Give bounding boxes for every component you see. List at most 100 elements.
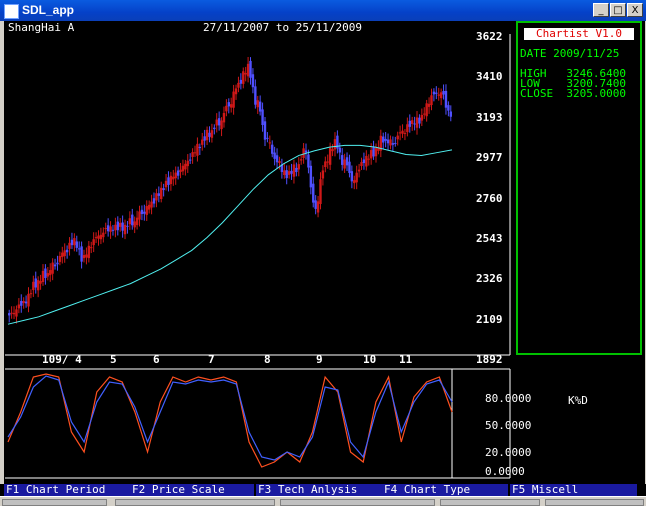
month-tick-label: 10: [363, 353, 377, 366]
candle-body: [188, 159, 192, 161]
candle-body: [145, 206, 148, 215]
candle-body: [449, 111, 452, 117]
candle-body: [77, 248, 81, 250]
candle-body: [164, 180, 168, 188]
candle-body: [196, 143, 199, 156]
candle-body: [68, 242, 71, 249]
candle-body: [32, 281, 35, 291]
candle-body: [208, 132, 211, 137]
candle-body: [10, 312, 13, 314]
candle-body: [51, 262, 54, 274]
candle-body: [53, 264, 57, 267]
candle-body: [365, 155, 368, 167]
candle-body: [314, 200, 317, 209]
candle-body: [121, 222, 124, 231]
candle-body: [27, 293, 30, 307]
candle-body: [203, 136, 206, 141]
candle-body: [328, 147, 332, 165]
candle-body: [249, 60, 252, 78]
candle-body: [8, 313, 11, 316]
candle-body: [341, 155, 344, 165]
candle-body: [128, 218, 132, 225]
candle-body: [102, 232, 105, 238]
f4-chart-type[interactable]: F4 Chart Type: [382, 484, 470, 496]
candle-body: [302, 148, 305, 158]
candle-body: [391, 143, 395, 145]
candle-body: [201, 139, 204, 145]
candle-body: [15, 309, 18, 317]
candle-body: [73, 238, 76, 246]
candle-body: [205, 129, 209, 141]
month-tick-label: 5: [110, 353, 117, 366]
candle-body: [430, 95, 433, 106]
candle-body: [355, 172, 358, 183]
candle-body: [46, 273, 50, 277]
candle-body: [131, 214, 134, 226]
candle-body: [271, 144, 274, 154]
candle-body: [133, 221, 136, 228]
function-key-bar: F1 Chart Period F2 Price Scale F3 Tech A…: [0, 484, 646, 496]
month-tick-label: 8: [264, 353, 271, 366]
candle-body: [408, 120, 411, 127]
candle-body: [283, 170, 286, 175]
candle-body: [191, 152, 194, 157]
candle-body: [217, 118, 221, 126]
candle-body: [275, 155, 279, 163]
candle-body: [119, 222, 122, 227]
candle-body: [155, 193, 158, 201]
candle-body: [80, 246, 83, 262]
month-tick-label: 109/ 4: [42, 353, 82, 366]
candle-body: [418, 117, 421, 124]
candle-body: [162, 188, 165, 191]
oscillator-level-label: 0.0000: [485, 465, 525, 478]
candles-group: [8, 56, 452, 324]
candle-body: [357, 169, 361, 172]
candle-body: [333, 139, 337, 150]
candle-body: [58, 255, 62, 262]
candle-body: [140, 209, 144, 215]
candle-body: [29, 293, 33, 295]
price-tick-label: 2760: [476, 191, 503, 205]
candle-body: [75, 241, 78, 248]
candle-body: [350, 171, 354, 182]
candle-body: [432, 91, 436, 95]
candle-body: [82, 255, 86, 259]
candle-body: [17, 304, 21, 309]
candle-body: [442, 90, 445, 95]
k-line: [7, 373, 453, 468]
candle-body: [152, 198, 156, 204]
f2-price-scale[interactable]: F2 Price Scale: [130, 484, 225, 496]
candle-body: [420, 114, 424, 121]
candle-body: [437, 94, 440, 96]
candle-body: [254, 86, 257, 105]
candle-body: [70, 239, 74, 246]
price-tick-label: 3410: [476, 70, 503, 84]
candle-body: [326, 161, 329, 163]
f5-miscell[interactable]: F5 Miscell: [510, 484, 637, 496]
candle-body: [215, 119, 218, 126]
candle-body: [44, 268, 47, 279]
candle-body: [263, 121, 267, 140]
candle-body: [415, 117, 419, 128]
candle-body: [406, 124, 409, 133]
candle-body: [61, 252, 64, 258]
candle-body: [278, 161, 281, 164]
candle-body: [227, 102, 230, 107]
candle-body: [343, 159, 346, 169]
candle-body: [106, 225, 110, 232]
candle-body: [22, 301, 25, 304]
candle-body: [147, 204, 151, 210]
candle-body: [439, 92, 443, 99]
oscillator-level-label: 20.0000: [485, 446, 532, 459]
candle-body: [403, 132, 407, 134]
candle-body: [447, 105, 450, 111]
candle-body: [49, 270, 52, 276]
candle-body: [135, 217, 139, 226]
candle-body: [186, 160, 189, 167]
price-tick-label: 2977: [476, 151, 503, 165]
candle-body: [109, 226, 112, 232]
candle-body: [367, 158, 370, 160]
candle-body: [193, 152, 197, 154]
price-tick-label: 3193: [476, 110, 503, 124]
candle-body: [244, 73, 247, 75]
